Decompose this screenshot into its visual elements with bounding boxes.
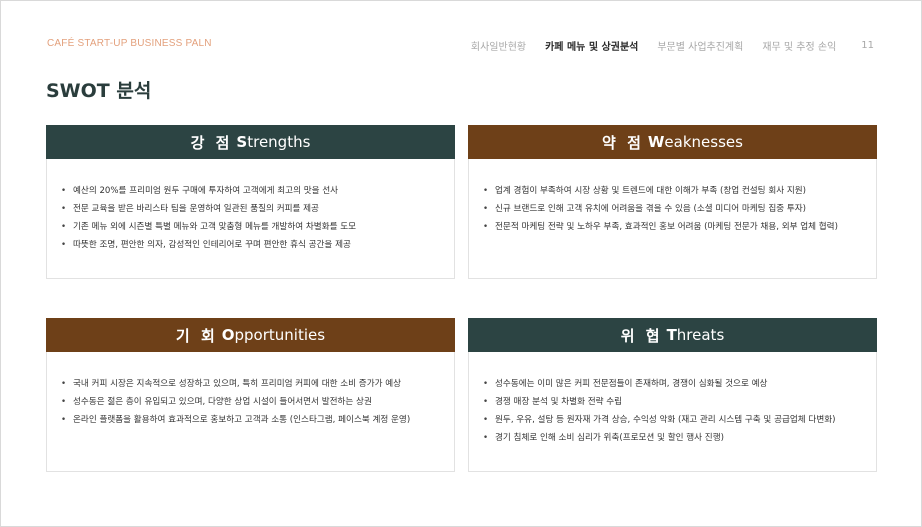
nav-item-finance[interactable]: 재무 및 추정 손익 — [762, 38, 836, 53]
nav-item-menu-market-analysis[interactable]: 카페 메뉴 및 상권분석 — [545, 38, 638, 53]
list-item: 원두, 우유, 설탕 등 원자재 가격 상승, 수익성 악화 (재고 관리 시스… — [483, 411, 876, 429]
list-item: 성수동에는 이미 많은 커피 전문점들이 존재하며, 경쟁이 심화될 것으로 예… — [483, 375, 876, 393]
strengths-english-rest: trengths — [247, 133, 311, 151]
list-item: 예산의 20%를 프리미엄 원두 구매에 투자하여 고객에게 최고의 맛을 선사 — [61, 182, 454, 200]
opportunities-korean-label: 기 회 — [175, 326, 218, 345]
list-item: 신규 브랜드로 인해 고객 유치에 어려움을 겪을 수 있음 (소셜 미디어 마… — [483, 200, 876, 218]
nav-item-company-overview[interactable]: 회사일반현황 — [471, 38, 526, 53]
list-item: 경쟁 매장 분석 및 차별화 전략 수립 — [483, 393, 876, 411]
list-item: 경기 침체로 인해 소비 심리가 위축(프로모션 및 할인 행사 진행) — [483, 429, 876, 447]
weaknesses-header: 약 점 Weaknesses — [468, 125, 877, 159]
threats-list: 성수동에는 이미 많은 커피 전문점들이 존재하며, 경쟁이 심화될 것으로 예… — [469, 352, 876, 447]
weaknesses-initial: W — [647, 133, 665, 151]
opportunities-card: 기 회 Opportunities 국내 커피 시장은 지속적으로 성장하고 있… — [46, 318, 455, 472]
list-item: 전문적 마케팅 전략 및 노하우 부족, 효과적인 홍보 어려움 (마케팅 전문… — [483, 218, 876, 236]
opportunities-initial: O — [221, 326, 235, 344]
list-item: 따뜻한 조명, 편안한 의자, 감성적인 인테리어로 꾸며 편안한 휴식 공간을… — [61, 236, 454, 254]
weaknesses-card: 약 점 Weaknesses 업계 경험이 부족하여 시장 상황 및 트렌드에 … — [468, 125, 877, 279]
list-item: 국내 커피 시장은 지속적으로 성장하고 있으며, 특히 프리미엄 커피에 대한… — [61, 375, 454, 393]
threats-header: 위 협 Threats — [468, 318, 877, 352]
opportunities-header: 기 회 Opportunities — [46, 318, 455, 352]
list-item: 온라인 플랫폼을 활용하여 효과적으로 홍보하고 고객과 소통 (인스타그램, … — [61, 411, 454, 429]
opportunities-list: 국내 커피 시장은 지속적으로 성장하고 있으며, 특히 프리미엄 커피에 대한… — [47, 352, 454, 429]
threats-korean-label: 위 협 — [620, 326, 663, 345]
threats-card: 위 협 Threats 성수동에는 이미 많은 커피 전문점들이 존재하며, 경… — [468, 318, 877, 472]
threats-english-rest: hreats — [676, 326, 725, 344]
list-item: 전문 교육을 받은 바리스타 팀을 운영하여 일관된 품질의 커피를 제공 — [61, 200, 454, 218]
page-number: 11 — [861, 40, 874, 51]
brand-title: CAFÉ START-UP BUSINESS PALN — [47, 38, 212, 49]
threats-initial: T — [666, 326, 677, 344]
nav-item-business-plan[interactable]: 부문별 사업추진계획 — [657, 38, 743, 53]
page-title: SWOT 분석 — [46, 80, 152, 102]
opportunities-english-rest: pportunities — [234, 326, 326, 344]
strengths-list: 예산의 20%를 프리미엄 원두 구매에 투자하여 고객에게 최고의 맛을 선사… — [47, 159, 454, 254]
strengths-card: 강 점 Strengths 예산의 20%를 프리미엄 원두 구매에 투자하여 … — [46, 125, 455, 279]
list-item: 기존 메뉴 외에 시즌별 특별 메뉴와 고객 맞춤형 메뉴를 개발하여 차별화를… — [61, 218, 454, 236]
weaknesses-list: 업계 경험이 부족하여 시장 상황 및 트렌드에 대한 이해가 부족 (창업 컨… — [469, 159, 876, 236]
strengths-korean-label: 강 점 — [190, 133, 233, 152]
weaknesses-english-rest: eaknesses — [664, 133, 743, 151]
top-navigation: 회사일반현황 카페 메뉴 및 상권분석 부문별 사업추진계획 재무 및 추정 손… — [452, 38, 874, 53]
list-item: 업계 경험이 부족하여 시장 상황 및 트렌드에 대한 이해가 부족 (창업 컨… — [483, 182, 876, 200]
weaknesses-korean-label: 약 점 — [602, 133, 644, 152]
list-item: 성수동은 젊은 층이 유입되고 있으며, 다양한 상업 시설이 들어서면서 발전… — [61, 393, 454, 411]
strengths-initial: S — [236, 133, 248, 151]
strengths-header: 강 점 Strengths — [46, 125, 455, 159]
